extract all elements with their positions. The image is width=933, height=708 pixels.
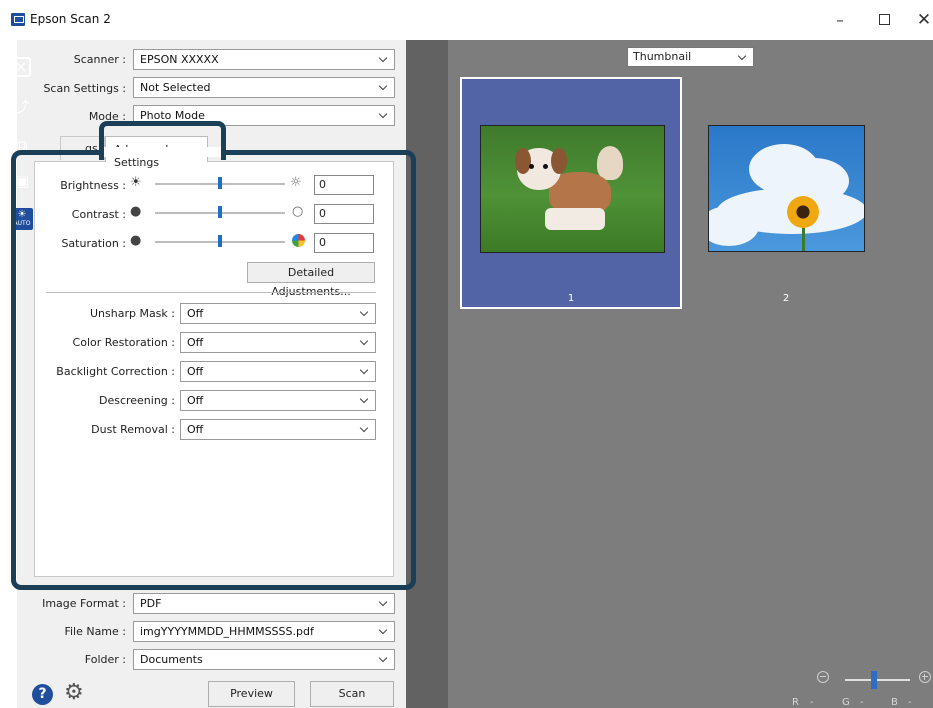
section-divider <box>46 292 376 293</box>
dog-eye-shape <box>529 164 534 169</box>
maximize-icon <box>878 14 890 25</box>
window-title: Epson Scan 2 <box>30 12 111 26</box>
scanner-select[interactable]: EPSON XXXXX <box>133 49 395 70</box>
contrast-input[interactable]: 0 <box>314 204 374 224</box>
app-icon <box>11 13 25 26</box>
channel-b-label: B <box>891 697 898 708</box>
scan-button[interactable]: Scan <box>310 681 394 707</box>
zoom-in-icon[interactable] <box>919 671 931 683</box>
dog-ear-shape <box>515 148 531 174</box>
brightness-input[interactable]: 0 <box>314 175 374 195</box>
channel-g-label: G <box>842 697 850 708</box>
preview-button[interactable]: Preview <box>208 681 295 707</box>
backlight-correction-label: Backlight Correction : <box>56 365 175 378</box>
maximize-button[interactable] <box>872 10 896 30</box>
thumbnail-image-dog[interactable] <box>480 125 665 253</box>
saturation-label: Saturation : <box>61 237 126 250</box>
tab-main-settings-label: gs <box>85 142 98 155</box>
backlight-correction-select[interactable]: Off <box>180 361 376 382</box>
mode-select[interactable]: Photo Mode <box>133 105 395 126</box>
descreening-select[interactable]: Off <box>180 390 376 411</box>
saturation-low-icon: ● <box>130 233 142 248</box>
dog-eye-shape <box>543 164 548 169</box>
auto-exposure-icon[interactable]: ☀ AUTO <box>11 208 33 230</box>
descreening-label: Descreening : <box>98 394 175 407</box>
zoom-slider-track[interactable] <box>845 679 910 681</box>
contrast-low-icon: ● <box>130 204 142 219</box>
zoom-slider-thumb[interactable] <box>871 671 878 689</box>
channel-separator: - <box>908 697 912 708</box>
saturation-input[interactable]: 0 <box>314 233 374 253</box>
view-mode-select[interactable]: Thumbnail <box>627 47 754 67</box>
dust-removal-select[interactable]: Off <box>180 419 376 440</box>
image-format-label: Image Format : <box>42 597 126 610</box>
scan-settings-select[interactable]: Not Selected <box>133 77 395 98</box>
sunflower-shape <box>787 196 819 228</box>
dog-ear-shape <box>551 148 567 174</box>
contrast-high-icon: ○ <box>292 204 304 219</box>
color-restoration-label: Color Restoration : <box>72 336 175 349</box>
unsharp-mask-select[interactable]: Off <box>180 303 376 324</box>
brightness-slider-thumb[interactable] <box>218 177 222 189</box>
file-name-select[interactable]: imgYYYYMMDD_HHMMSSSS.pdf <box>133 621 395 642</box>
thumbnail-label: 2 <box>782 293 790 304</box>
cloud-shape <box>709 206 759 246</box>
batch-icon[interactable]: ▣ <box>11 170 33 192</box>
channel-r-label: R <box>792 697 799 708</box>
brightness-high-icon: ☼ <box>290 175 302 190</box>
close-preview-icon[interactable]: × <box>11 57 31 77</box>
scan-settings-label: Scan Settings : <box>43 82 126 95</box>
dog-tail-shape <box>597 146 623 180</box>
dust-removal-label: Dust Removal : <box>91 423 175 436</box>
file-name-label: File Name : <box>64 625 126 638</box>
minimize-button[interactable]: – <box>828 10 852 30</box>
help-icon[interactable]: ? <box>32 684 53 705</box>
channel-separator: - <box>810 697 814 708</box>
title-bar: Epson Scan 2 – ✕ <box>0 0 933 40</box>
gear-icon[interactable]: ⚙ <box>64 682 84 704</box>
unsharp-mask-label: Unsharp Mask : <box>89 307 175 320</box>
preview-toolbar <box>406 40 448 708</box>
folder-select[interactable]: Documents <box>133 649 395 670</box>
mode-label: Mode : <box>88 110 126 123</box>
saturation-high-icon <box>292 234 305 247</box>
thumbnail-image-sunflower[interactable] <box>708 125 865 252</box>
brightness-label: Brightness : <box>60 179 126 192</box>
close-button[interactable]: ✕ <box>912 10 933 30</box>
image-format-select[interactable]: PDF <box>133 593 395 614</box>
rotate-icon[interactable]: ⤴ <box>11 96 33 118</box>
thumbnail-label: 1 <box>567 293 575 304</box>
contrast-label: Contrast : <box>71 208 126 221</box>
brightness-low-icon: ☀ <box>130 175 142 190</box>
scanner-label: Scanner : <box>73 53 126 66</box>
color-restoration-select[interactable]: Off <box>180 332 376 353</box>
tab-main-settings[interactable]: gs <box>60 136 105 160</box>
crop-icon[interactable]: ⧉ <box>11 134 33 156</box>
saturation-slider-thumb[interactable] <box>218 235 222 247</box>
dog-legs-shape <box>545 208 605 230</box>
highlight-gap <box>104 147 221 157</box>
contrast-slider-thumb[interactable] <box>218 206 222 218</box>
detailed-adjustments-button[interactable]: Detailed Adjustments... <box>247 262 375 298</box>
folder-label: Folder : <box>84 653 126 666</box>
zoom-out-icon[interactable] <box>817 671 829 683</box>
channel-separator: - <box>860 697 864 708</box>
